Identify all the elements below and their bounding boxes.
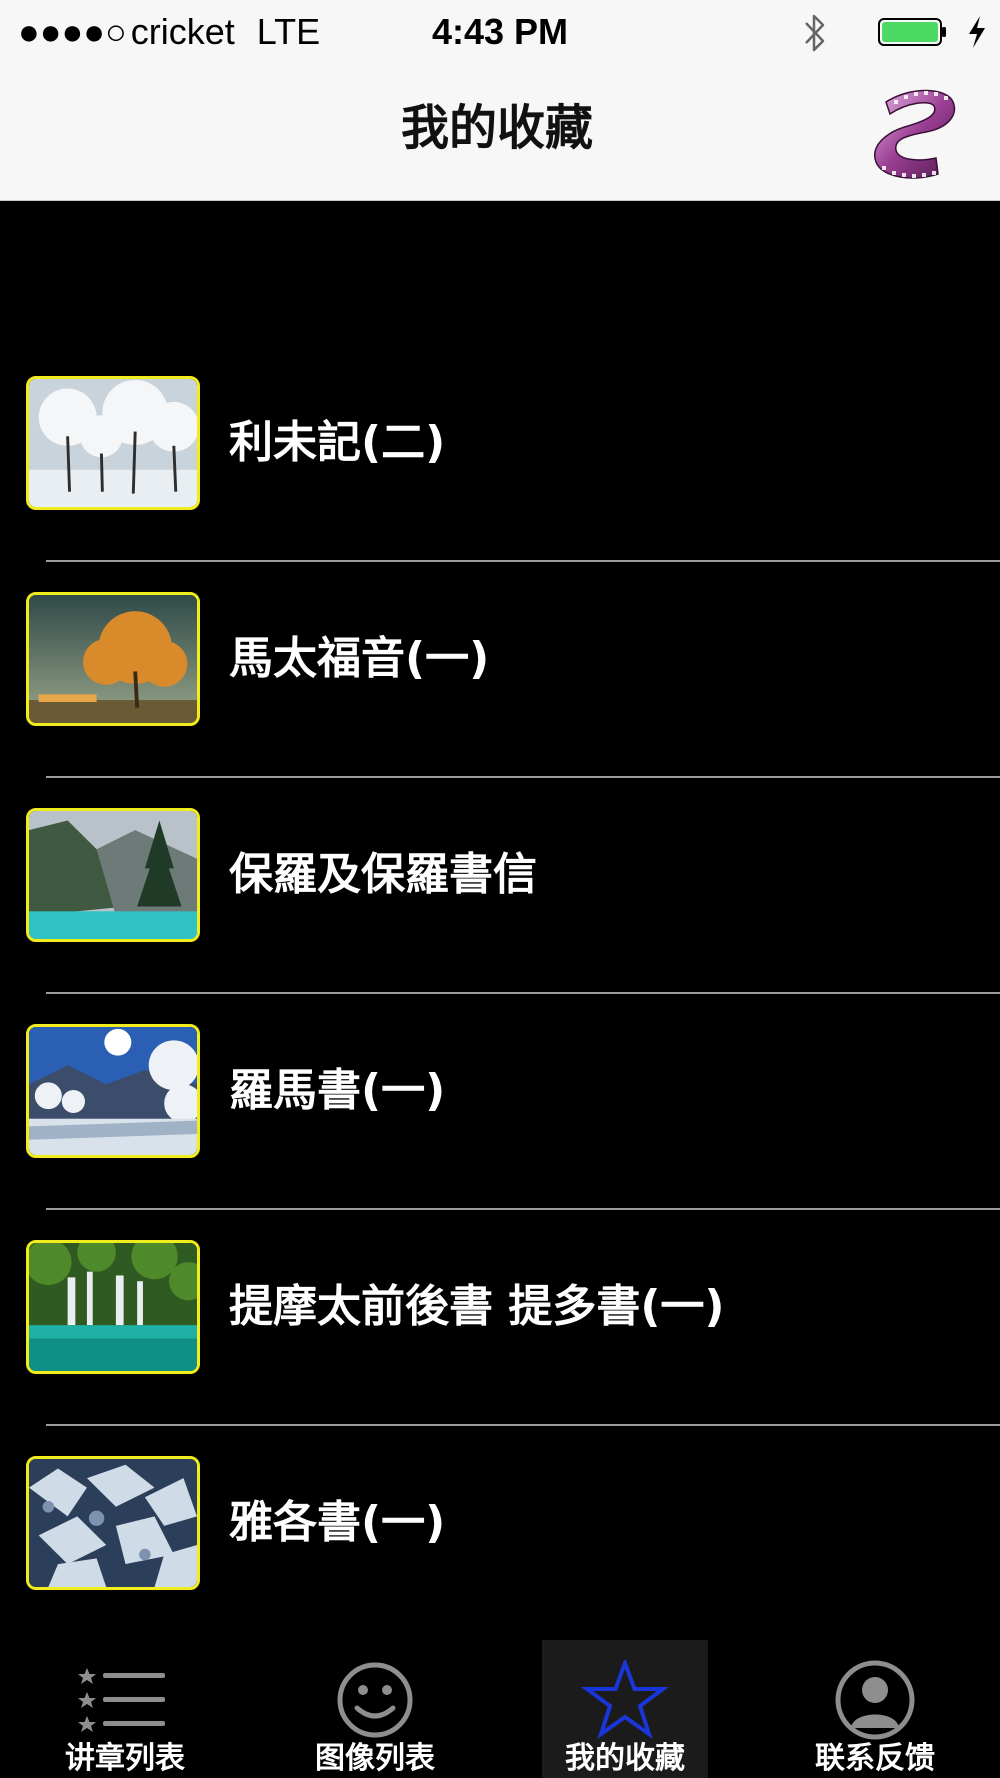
tab-label: 我的收藏 bbox=[565, 1741, 685, 1776]
navigation-bar: 我的收藏 bbox=[0, 62, 1000, 201]
tab-bar: 讲章列表 图像列表 我的收藏 联系反馈 bbox=[0, 1624, 1000, 1778]
smiley-icon bbox=[337, 1662, 413, 1738]
tab-my-favorites[interactable]: 我的收藏 bbox=[500, 1640, 750, 1778]
row-divider bbox=[46, 1208, 1000, 1210]
thumbnail-mountain-lake bbox=[26, 808, 200, 942]
contact-icon bbox=[835, 1660, 915, 1740]
tab-label: 联系反馈 bbox=[815, 1741, 935, 1776]
tab-contact-feedback[interactable]: 联系反馈 bbox=[750, 1640, 1000, 1778]
row-divider bbox=[46, 1424, 1000, 1426]
status-time: 4:43 PM bbox=[431, 11, 569, 52]
film-reel-icon[interactable] bbox=[856, 80, 966, 184]
thumbnail-snowy-sun-river bbox=[26, 1024, 200, 1158]
thumbnail-frosted-trees bbox=[26, 376, 200, 510]
tab-image-list[interactable]: 图像列表 bbox=[250, 1640, 500, 1778]
status-bar: ●●●●○ cricket LTE 4:43 PM bbox=[0, 0, 1000, 62]
thumbnail-icy-rocks bbox=[26, 1456, 200, 1590]
item-title: 利未記(二) bbox=[229, 417, 446, 468]
star-list-icon bbox=[78, 1668, 165, 1732]
thumbnail-waterfall-pool bbox=[26, 1240, 200, 1374]
battery-icon bbox=[878, 18, 946, 46]
favorites-list: 利未記(二) 馬太福音(一) 保羅及保羅書信 羅馬書(一) 提摩太前後書 提多書… bbox=[0, 202, 1000, 1602]
item-title: 提摩太前後書 提多書(一) bbox=[229, 1281, 725, 1332]
page-title-text: 我的收藏 bbox=[400, 100, 593, 156]
bluetooth-icon bbox=[805, 14, 825, 52]
page-title: 我的收藏 bbox=[0, 92, 1000, 164]
item-title: 羅馬書(一) bbox=[229, 1065, 446, 1116]
row-divider bbox=[46, 560, 1000, 562]
item-title: 雅各書(一) bbox=[229, 1497, 446, 1548]
tab-label: 讲章列表 bbox=[65, 1741, 185, 1776]
item-title: 保羅及保羅書信 bbox=[229, 849, 537, 900]
row-divider bbox=[46, 776, 1000, 778]
star-icon bbox=[580, 1660, 670, 1740]
tab-label: 图像列表 bbox=[315, 1741, 435, 1776]
thumbnail-autumn-tree bbox=[26, 592, 200, 726]
item-title: 馬太福音(一) bbox=[229, 633, 490, 684]
row-divider bbox=[46, 992, 1000, 994]
tab-sermon-list[interactable]: 讲章列表 bbox=[0, 1640, 250, 1778]
charging-bolt-icon bbox=[969, 16, 985, 48]
